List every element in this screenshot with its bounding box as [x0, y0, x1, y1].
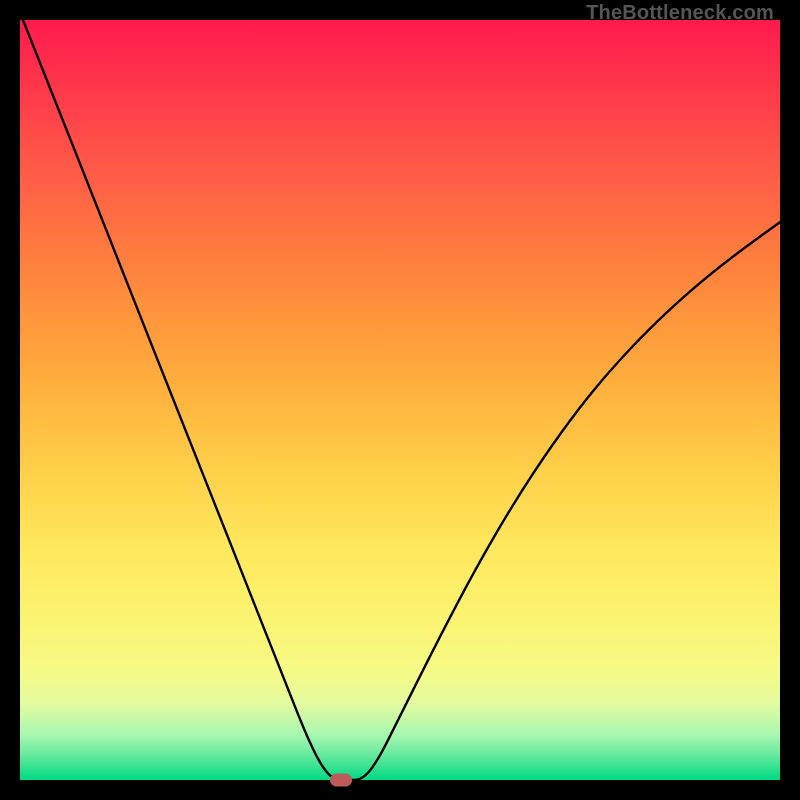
- chart-frame: TheBottleneck.com: [0, 0, 800, 800]
- plot-area: [20, 20, 780, 780]
- curve-svg: [20, 20, 780, 780]
- optimum-marker: [330, 774, 352, 787]
- bottleneck-curve: [20, 20, 780, 780]
